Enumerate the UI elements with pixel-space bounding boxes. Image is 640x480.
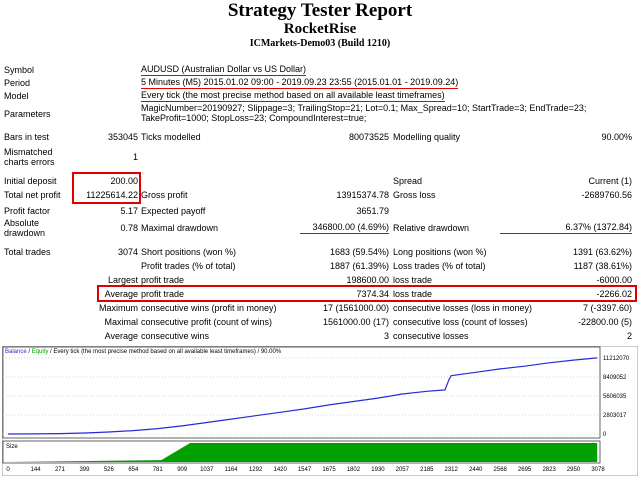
quality-label: Modelling quality [393, 132, 461, 142]
gross-loss-value: -2689760.56 [581, 190, 632, 200]
avg-cons-losses-value: 2 [626, 331, 632, 341]
avg-cons-losses-label: consecutive losses [393, 331, 469, 341]
symbol-label: Symbol [4, 65, 35, 75]
symbol-value: AUDUSD (Australian Dollar vs US Dollar) [141, 64, 307, 76]
x-tick-label: 2185 [420, 467, 434, 473]
spread-label: Spread [393, 176, 423, 186]
x-tick-label: 1292 [249, 467, 263, 473]
x-tick-label: 399 [79, 467, 90, 473]
x-tick-label: 526 [104, 467, 115, 473]
loss-trades-label: Loss trades (% of total) [393, 261, 486, 271]
x-tick-label: 1420 [274, 467, 288, 473]
y-tick-label: 5606035 [603, 394, 627, 400]
max-dd-value: 346800.00 (4.69%) [300, 222, 389, 234]
loss-trades-value: 1187 (38.61%) [573, 261, 632, 271]
x-tick-label: 3078 [591, 467, 605, 473]
expected-payoff-label: Expected payoff [141, 206, 206, 216]
gross-profit-label: Gross profit [141, 190, 188, 200]
y-tick-label: 8409052 [603, 375, 627, 381]
legend-rest: / Every tick (the most precise method ba… [48, 349, 281, 355]
max-dd-label: Maximal drawdown [141, 223, 219, 233]
profit-factor-label: Profit factor [4, 206, 51, 216]
bars-label: Bars in test [4, 132, 50, 142]
bars-value: 353045 [107, 132, 138, 142]
model-value: Every tick (the most precise method base… [141, 90, 445, 102]
short-label: Short positions (won %) [141, 247, 237, 257]
abs-dd-label-2: drawdown [4, 228, 46, 238]
parameters-line-2: TakeProfit=1000; StopLoss=23; CompoundIn… [141, 113, 367, 123]
maximal-cons-loss-value: -22800.00 (5) [577, 317, 632, 327]
gross-loss-label: Gross loss [393, 190, 436, 200]
y-tick-label: 11212070 [603, 356, 630, 362]
total-trades-value: 3074 [117, 247, 138, 257]
ticks-value: 80073525 [348, 132, 389, 142]
max-cons-losses-value: 7 (-3397.60) [582, 303, 632, 313]
period-value: 5 Minutes (M5) 2015.01.02 09:00 - 2019.0… [141, 77, 459, 89]
mismatch-label-2: charts errors [4, 157, 55, 167]
maximal-label: Maximal [104, 317, 138, 327]
x-tick-label: 654 [128, 467, 139, 473]
x-tick-label: 2823 [542, 467, 556, 473]
abs-dd-value: 0.78 [120, 223, 138, 233]
size-label: Size [6, 444, 18, 450]
spread-value: Current (1) [588, 176, 632, 186]
x-tick-label: 2057 [396, 467, 410, 473]
x-tick-label: 1037 [200, 467, 214, 473]
legend-equity: Equity [32, 349, 49, 355]
x-tick-label: 1164 [225, 467, 239, 473]
total-trades-label: Total trades [4, 247, 51, 257]
x-tick-label: 2568 [494, 467, 508, 473]
short-value: 1683 (59.54%) [329, 247, 389, 257]
x-tick-label: 1675 [322, 467, 336, 473]
balance-chart: 112120708409052560603528030170 0 144 271 39… [2, 346, 638, 476]
mismatch-value: 1 [132, 152, 138, 162]
model-label: Model [4, 91, 29, 101]
average-trade-highlight-box [97, 285, 637, 302]
net-profit-label: Total net profit [4, 190, 61, 200]
legend-balance: Balance [5, 349, 27, 355]
x-tick-label: 1547 [298, 467, 312, 473]
x-tick-label: 781 [153, 467, 164, 473]
long-label: Long positions (won %) [393, 247, 487, 257]
x-tick-label: 144 [31, 467, 42, 473]
maximal-cons-profit-value: 1561000.00 (17) [322, 317, 389, 327]
report-title: Strategy Tester Report [227, 0, 413, 21]
maximum-label: Maximum [98, 303, 138, 313]
parameters-label: Parameters [4, 109, 51, 119]
x-tick-label: 2950 [567, 467, 581, 473]
ticks-label: Ticks modelled [141, 132, 201, 142]
profit-trades-label: Profit trades (% of total) [141, 261, 236, 271]
x-tick-label: 2695 [518, 467, 532, 473]
x-tick-label: 909 [177, 467, 188, 473]
x-tick-label: 1930 [371, 467, 385, 473]
avg2-label: Average [104, 331, 138, 341]
x-tick-label: 2440 [469, 467, 483, 473]
avg-cons-wins-label: consecutive wins [141, 331, 210, 341]
rel-dd-value: 6.37% (1372.84) [500, 222, 632, 234]
initial-deposit-label: Initial deposit [4, 176, 57, 186]
maximal-cons-profit-label: consecutive profit (count of wins) [141, 317, 273, 327]
quality-value: 90.00% [601, 132, 632, 142]
deposit-profit-highlight-box [72, 172, 141, 204]
max-cons-wins-value: 17 (1561000.00) [322, 303, 389, 313]
max-cons-wins-label: consecutive wins (profit in money) [141, 303, 277, 313]
svg-text:Balance / Equity / Every tick: Balance / Equity / Every tick (the most … [5, 349, 282, 355]
x-tick-label: 271 [55, 467, 66, 473]
avg-cons-wins-value: 3 [383, 331, 389, 341]
period-label: Period [4, 78, 31, 88]
profit-trades-value: 1887 (61.39%) [329, 261, 389, 271]
server-build: ICMarkets-Demo03 (Build 1210) [249, 38, 391, 49]
ea-name: RocketRise [283, 21, 357, 37]
x-tick-label: 2312 [444, 467, 458, 473]
long-value: 1391 (63.62%) [572, 247, 632, 257]
gross-profit-value: 13915374.78 [336, 190, 389, 200]
profit-factor-value: 5.17 [120, 206, 138, 216]
y-tick-label: 2803017 [603, 413, 627, 419]
x-tick-label: 1802 [347, 467, 361, 473]
expected-payoff-value: 3651.79 [356, 206, 389, 216]
rel-dd-label: Relative drawdown [393, 223, 470, 233]
